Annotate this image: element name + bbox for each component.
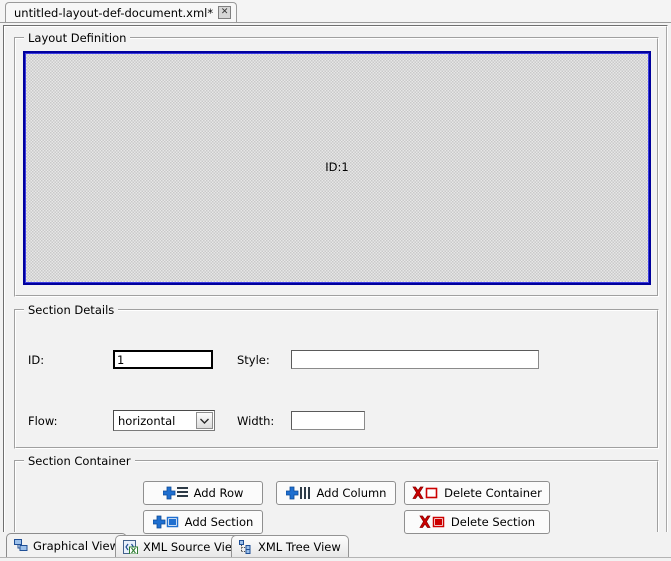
editor-inner-frame: Layout Definition ID:1 Section Details I… [4,26,667,541]
section-container-group: Section Container Add Row Add Column Del… [14,454,659,541]
layout-definition-group: Layout Definition ID:1 [14,31,659,297]
add-row-button[interactable]: Add Row [143,481,263,505]
tab-xml-source-view-label: XML Source View [143,539,242,554]
tab-graphical-view-label: Graphical View [33,538,119,553]
id-field-row: ID: 1 [28,350,213,369]
section-details-group-title: Section Details [24,303,119,317]
width-label: Width: [237,413,275,428]
add-column-label: Add Column [316,486,387,500]
add-column-button[interactable]: Add Column [276,481,396,505]
delete-section-label: Delete Section [450,515,536,529]
add-section-icon [152,515,180,529]
view-tab-strip: Graphical View X XML Source View XML Tre… [0,532,671,561]
add-section-label: Add Section [184,515,254,529]
document-tab-strip: untitled-layout-def-document.xml* ✕ [0,0,671,24]
add-section-button[interactable]: Add Section [143,510,263,534]
delete-container-button[interactable]: Delete Container [404,481,550,505]
flow-label: Flow: [28,413,58,428]
flow-select-value: horizontal [118,413,176,428]
xml-tree-view-icon [239,539,251,554]
tab-xml-source-view[interactable]: X XML Source View [115,535,250,557]
id-input[interactable]: 1 [113,350,213,369]
layout-definition-group-title: Layout Definition [24,31,131,45]
layout-editor-window: untitled-layout-def-document.xml* ✕ Layo… [0,0,671,561]
tab-xml-tree-view-label: XML Tree View [258,539,341,554]
width-field-row: Width: [237,411,365,430]
document-tab-label: untitled-layout-def-document.xml* [14,5,214,20]
delete-container-icon [412,486,439,500]
flow-field-row: Flow: horizontal [28,410,215,431]
graphical-view-icon [14,539,28,551]
id-label: ID: [28,352,45,367]
style-label: Style: [237,352,270,367]
section-id-label: ID:1 [325,160,349,174]
layout-canvas[interactable]: ID:1 [23,51,651,285]
add-column-icon [285,486,312,500]
layout-canvas-surface[interactable]: ID:1 [25,53,649,283]
add-row-label: Add Row [193,486,244,500]
close-icon[interactable]: ✕ [218,6,232,19]
chevron-down-icon[interactable] [196,412,213,429]
document-tab[interactable]: untitled-layout-def-document.xml* ✕ [5,2,238,22]
section-container-group-title: Section Container [24,454,135,468]
add-row-icon [162,486,189,500]
xml-source-view-icon: X [123,539,138,554]
style-field-row: Style: [237,350,539,369]
delete-section-icon [419,515,446,529]
delete-section-button[interactable]: Delete Section [404,510,550,534]
tab-graphical-view[interactable]: Graphical View [6,533,127,557]
flow-select[interactable]: horizontal [113,410,215,431]
editor-frame: Layout Definition ID:1 Section Details I… [3,25,668,541]
width-input[interactable] [291,411,365,430]
section-details-group: Section Details ID: 1 Style: Flow: horiz… [14,303,659,449]
view-tab-divider [0,557,671,558]
delete-container-label: Delete Container [444,486,542,500]
style-input[interactable] [291,350,539,369]
tab-xml-tree-view[interactable]: XML Tree View [231,535,349,557]
svg-text:X: X [131,547,137,554]
